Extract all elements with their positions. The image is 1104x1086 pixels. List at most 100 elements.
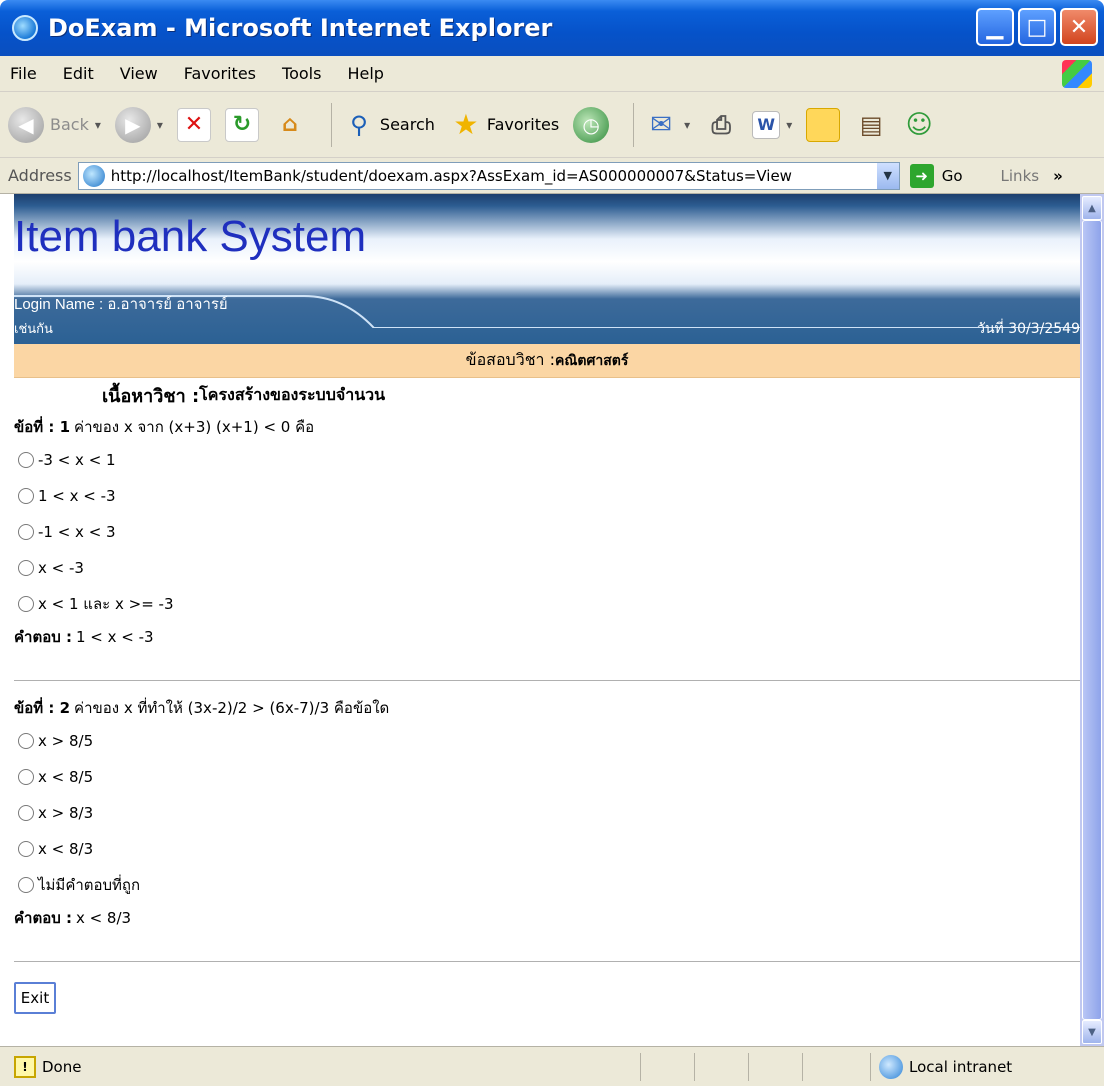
- window-controls: ▁ □ ✕: [976, 8, 1098, 46]
- scroll-up-arrow-icon[interactable]: ▲: [1082, 196, 1102, 220]
- go-label: Go: [941, 166, 963, 185]
- question-header: ข้อที่ : 1 ค่าของ x จาก (x+3) (x+1) < 0 …: [14, 412, 1080, 442]
- mail-button[interactable]: ✉ ▾: [644, 108, 690, 142]
- menu-view[interactable]: View: [120, 64, 158, 83]
- radio-button[interactable]: [18, 524, 34, 540]
- answer-option[interactable]: x < 8/3: [14, 831, 1080, 867]
- links-button[interactable]: Links: [1001, 167, 1040, 185]
- close-button[interactable]: ✕: [1060, 8, 1098, 46]
- question-text: ค่าของ x จาก (x+3) (x+1) < 0 คือ: [74, 418, 315, 436]
- back-button[interactable]: ◀ Back ▾: [8, 106, 101, 143]
- answer-option[interactable]: -3 < x < 1: [14, 442, 1080, 478]
- minimize-button[interactable]: ▁: [976, 8, 1014, 46]
- scroll-thumb[interactable]: [1082, 220, 1102, 1020]
- mail-dropdown-icon: ▾: [684, 117, 691, 132]
- login-subtext: เช่นกัน: [14, 322, 53, 337]
- toolbar-separator: [633, 102, 635, 147]
- stop-icon: ✕: [176, 107, 211, 142]
- search-button[interactable]: ⚲ Search: [342, 108, 435, 142]
- option-label: -1 < x < 3: [38, 523, 116, 541]
- edit-word-button[interactable]: W ▾: [752, 110, 793, 139]
- print-button[interactable]: ⎙: [704, 108, 738, 142]
- answer-value: x < 8/3: [75, 909, 132, 927]
- menu-help[interactable]: Help: [347, 64, 383, 83]
- refresh-button[interactable]: ↻: [224, 107, 259, 142]
- question-number: ข้อที่ : 2: [14, 699, 71, 717]
- research-button[interactable]: ▤: [854, 108, 888, 142]
- radio-button[interactable]: [18, 733, 34, 749]
- subject-bar: ข้อสอบวิชา : คณิตศาสตร์: [14, 344, 1080, 378]
- question-2: ข้อที่ : 2 ค่าของ x ที่ทำให้ (3x-2)/2 > …: [14, 693, 1080, 933]
- option-label: x < 8/5: [38, 768, 94, 786]
- history-button[interactable]: ◷: [573, 106, 610, 143]
- research-icon: ▤: [859, 110, 883, 139]
- home-button[interactable]: ⌂: [273, 108, 307, 142]
- radio-button[interactable]: [18, 877, 34, 893]
- go-button[interactable]: ➜ Go: [909, 163, 963, 188]
- option-label: x > 8/3: [38, 804, 94, 822]
- topic-label: เนื้อหาวิชา :: [102, 385, 200, 407]
- toolbar: ◀ Back ▾ ▶ ▾ ✕ ↻ ⌂ ⚲ Search ★ Favorites …: [0, 92, 1104, 158]
- favorites-button[interactable]: ★ Favorites: [449, 108, 559, 142]
- address-input[interactable]: http://localhost/ItemBank/student/doexam…: [77, 161, 900, 190]
- radio-button[interactable]: [18, 805, 34, 821]
- radio-button[interactable]: [18, 452, 34, 468]
- radio-button[interactable]: [18, 560, 34, 576]
- history-icon: ◷: [573, 106, 610, 143]
- vertical-scrollbar[interactable]: ▲ ▼: [1080, 194, 1104, 1046]
- note-icon: [806, 107, 841, 142]
- question-text: ค่าของ x ที่ทำให้ (3x-2)/2 > (6x-7)/3 คื…: [74, 699, 390, 717]
- mail-icon: ✉: [650, 109, 673, 140]
- zone-label: Local intranet: [909, 1058, 1013, 1076]
- option-label: x < 1 และ x >= -3: [38, 595, 174, 613]
- menu-edit[interactable]: Edit: [63, 64, 94, 83]
- radio-button[interactable]: [18, 596, 34, 612]
- answer-label: คำตอบ :: [14, 909, 72, 927]
- maximize-button[interactable]: □: [1018, 8, 1056, 46]
- answer-option[interactable]: ไม่มีคำตอบที่ถูก: [14, 867, 1080, 903]
- radio-button[interactable]: [18, 488, 34, 504]
- question-1: ข้อที่ : 1 ค่าของ x จาก (x+3) (x+1) < 0 …: [14, 412, 1080, 652]
- subject-value: คณิตศาสตร์: [555, 352, 629, 369]
- option-label: x > 8/5: [38, 732, 94, 750]
- menu-tools[interactable]: Tools: [282, 64, 321, 83]
- status-bar: ! Done Local intranet: [0, 1046, 1104, 1086]
- page-icon: [82, 164, 105, 187]
- address-url: http://localhost/ItemBank/student/doexam…: [110, 166, 792, 185]
- answer-option[interactable]: x < -3: [14, 550, 1080, 586]
- radio-button[interactable]: [18, 769, 34, 785]
- exit-button[interactable]: Exit: [14, 982, 56, 1014]
- favorites-label: Favorites: [486, 115, 560, 134]
- forward-button[interactable]: ▶ ▾: [114, 106, 163, 143]
- answer-line: คำตอบ : x < 8/3: [14, 903, 1080, 933]
- back-arrow-icon: ◀: [8, 106, 44, 143]
- status-text: Done: [42, 1057, 82, 1076]
- question-divider: [14, 680, 1080, 681]
- menu-file[interactable]: File: [10, 64, 37, 83]
- address-dropdown-icon[interactable]: ▼: [876, 162, 899, 189]
- discuss-button[interactable]: [806, 107, 841, 142]
- address-label: Address: [8, 166, 72, 185]
- option-label: -3 < x < 1: [38, 451, 116, 469]
- radio-button[interactable]: [18, 841, 34, 857]
- stop-button[interactable]: ✕: [176, 107, 211, 142]
- option-label: 1 < x < -3: [38, 487, 116, 505]
- answer-option[interactable]: -1 < x < 3: [14, 514, 1080, 550]
- links-chevron-icon[interactable]: »: [1053, 167, 1063, 185]
- topic-value: โครงสร้างของระบบจำนวน: [199, 384, 386, 404]
- question-header: ข้อที่ : 2 ค่าของ x ที่ทำให้ (3x-2)/2 > …: [14, 693, 1080, 723]
- scroll-down-arrow-icon[interactable]: ▼: [1082, 1020, 1102, 1044]
- answer-option[interactable]: x < 8/5: [14, 759, 1080, 795]
- edit-dropdown-icon: ▾: [786, 117, 793, 132]
- answer-option[interactable]: x < 1 และ x >= -3: [14, 586, 1080, 622]
- messenger-button[interactable]: ☺: [902, 108, 936, 142]
- answer-option[interactable]: 1 < x < -3: [14, 478, 1080, 514]
- answer-option[interactable]: x > 8/5: [14, 723, 1080, 759]
- address-bar: Address http://localhost/ItemBank/studen…: [0, 158, 1104, 194]
- ie-app-icon: [12, 15, 38, 41]
- answer-option[interactable]: x > 8/3: [14, 795, 1080, 831]
- question-divider: [14, 961, 1080, 962]
- word-icon: W: [752, 110, 781, 139]
- search-icon: ⚲: [350, 110, 368, 139]
- menu-favorites[interactable]: Favorites: [184, 64, 256, 83]
